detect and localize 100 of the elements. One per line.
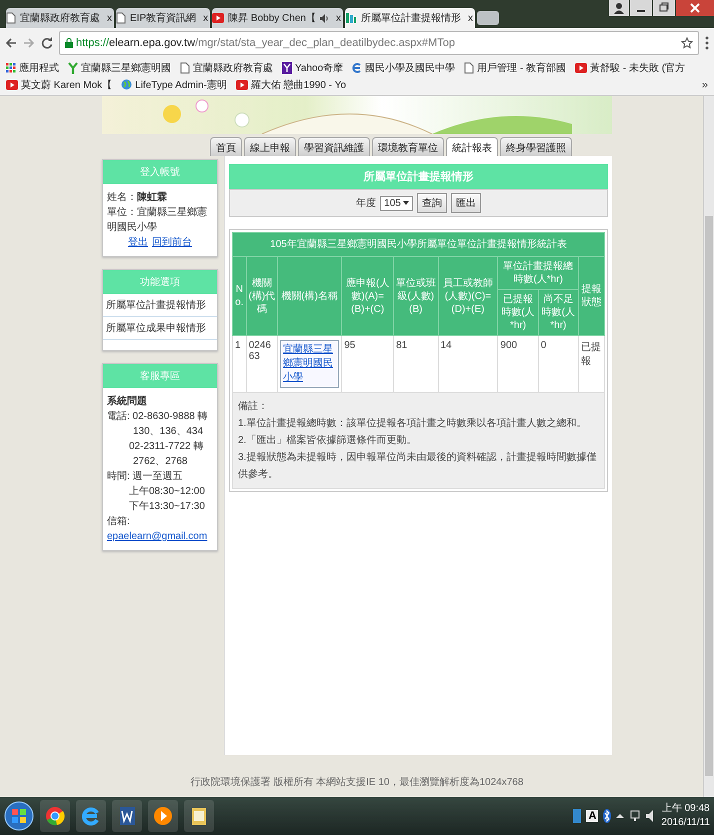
network-icon[interactable] <box>629 810 642 822</box>
close-tab-button[interactable]: x <box>107 12 112 24</box>
close-icon[interactable] <box>676 0 714 16</box>
bookmark[interactable]: LifeType Admin-憲明 <box>121 77 227 92</box>
column-header: 機關(構)代碼 <box>246 256 278 336</box>
nav-tab[interactable]: 線上申報 <box>244 137 296 156</box>
email-link[interactable]: epaelearn@gmail.com <box>107 531 208 542</box>
year-select[interactable]: 105 <box>380 196 413 210</box>
user-icon[interactable] <box>609 0 629 16</box>
caret-icon <box>402 201 409 205</box>
show-hidden-icon[interactable] <box>616 812 624 820</box>
taskbar-app-button[interactable] <box>76 800 106 832</box>
bookmark[interactable]: 羅大佑 戀曲1990 - Yo <box>236 77 346 92</box>
bookmark[interactable]: 用戶管理 - 教育部國 <box>464 60 566 75</box>
bookmark[interactable]: 黃舒駿 - 未失敗 (官方 <box>575 60 686 75</box>
panel-title: 客服專區 <box>103 364 217 388</box>
contact-line: 時間: 週一至週五 <box>107 470 184 484</box>
link[interactable]: 登出 <box>128 235 148 250</box>
nav-tab[interactable]: 終身學習護照 <box>500 137 572 156</box>
url-text: https://elearn.epa.gov.tw/mgr/stat/sta_year_dec_plan_deatilbydec.aspx#MTop <box>76 37 455 49</box>
document-icon <box>6 12 16 24</box>
document-w-icon[interactable] <box>117 806 137 826</box>
input-method-indicator[interactable]: A <box>586 810 598 822</box>
clock[interactable]: 上午 09:48 2016/11/11 <box>661 802 710 830</box>
taskbar-app-button[interactable] <box>40 800 70 832</box>
y-logo-icon <box>282 62 292 74</box>
close-tab-button[interactable]: x <box>336 12 341 24</box>
taskbar-app-button[interactable] <box>148 800 178 832</box>
unit-link[interactable]: 宜蘭縣三星鄉憲明國民小學 <box>280 340 340 388</box>
column-header: 尚不足時數(人*hr) <box>538 290 578 336</box>
column-header: 已提報時數(人*hr) <box>498 290 538 336</box>
contact-line: 130、136、434 <box>132 425 204 439</box>
e-logo-icon[interactable] <box>81 806 101 826</box>
back-icon[interactable] <box>5 37 17 49</box>
address-field[interactable]: https://elearn.epa.gov.tw/mgr/stat/sta_year_dec_plan_deatilbydec.aspx#MTop <box>59 31 699 55</box>
document-icon <box>464 62 474 74</box>
column-header: 提報狀態 <box>578 256 604 336</box>
apps-grid-icon <box>6 62 16 72</box>
column-header: 機關(構)名稱 <box>278 256 342 336</box>
bookmark[interactable]: 宜蘭縣三星鄉憲明國 <box>68 60 171 75</box>
new-tab-button[interactable] <box>476 11 499 25</box>
footer-text: 行政院環境保護署 版權所有 本網站支援IE 10，最佳瀏覽解析度為1024x768 <box>190 776 524 790</box>
note-text: 3.提報狀態為未提報時，因申報單位尚未由最後的資料確認，計畫提報時間數據僅供參考。 <box>238 450 598 482</box>
support-heading: 系統問題 <box>107 394 148 409</box>
lock-icon <box>65 38 73 48</box>
column-header: 單位或班級(人數)(B) <box>394 256 438 336</box>
star-icon[interactable] <box>681 37 693 49</box>
scrollbar-thumb[interactable] <box>705 216 713 776</box>
nav-tab[interactable]: 環境教育單位 <box>372 137 444 156</box>
bookmark[interactable]: 國民小學及國民中學 <box>352 60 456 75</box>
keyboard-icon[interactable] <box>573 809 582 823</box>
bookmark[interactable]: 宜蘭縣政府教育處 <box>180 60 273 75</box>
taskbar-app-button[interactable] <box>184 800 214 832</box>
browser-tab[interactable]: EIP教育資訊網 x <box>116 8 210 28</box>
browser-tab[interactable]: 所屬單位計畫提報情形 x <box>344 8 475 28</box>
reload-icon[interactable] <box>41 37 53 49</box>
menu-item[interactable]: 所屬單位成果申報情形 <box>103 317 217 340</box>
folder-icon[interactable] <box>189 806 209 826</box>
action-button[interactable]: 查詢 <box>416 193 447 213</box>
close-tab-button[interactable]: x <box>203 12 208 24</box>
browser-tab[interactable]: 陳昇 Bobby Chen【 x <box>212 8 343 28</box>
tab-title: EIP教育資訊網 <box>130 12 196 25</box>
scrollbar[interactable] <box>703 96 714 797</box>
tab-title: 宜蘭縣政府教育處 <box>20 12 100 25</box>
column-header: 員工或教師(人數)(C)=(D)+(E) <box>438 256 498 336</box>
column-header: 應申報(人數)(A)=(B)+(C) <box>342 256 394 336</box>
column-header: 單位計畫提報總時數(人*hr) <box>498 256 578 290</box>
browser-tab[interactable]: 宜蘭縣政府教育處 x <box>6 8 114 28</box>
nav-tab[interactable]: 首頁 <box>210 137 242 156</box>
clock-date: 2016/11/11 <box>661 816 710 830</box>
play-icon <box>6 80 18 90</box>
link[interactable]: 回到前台 <box>152 235 192 250</box>
email-label: 信箱: <box>107 516 130 527</box>
play-icon <box>575 62 588 72</box>
clock-time: 上午 09:48 <box>661 802 710 816</box>
menu-icon[interactable] <box>705 36 709 50</box>
year-label: 年度 <box>356 196 376 210</box>
restore-icon[interactable] <box>653 0 675 16</box>
play-icon <box>236 80 248 90</box>
nav-tab[interactable]: 學習資訊維護 <box>298 137 370 156</box>
taskbar-app-button[interactable] <box>112 800 142 832</box>
sprout-icon <box>68 62 78 74</box>
table-caption: 105年宜蘭縣三星鄉憲明國民小學所屬單位單位計畫提報情形統計表 <box>232 232 604 256</box>
more-bookmarks-button[interactable]: » <box>702 78 708 90</box>
panel-title: 登入帳號 <box>103 160 217 184</box>
bookmark[interactable]: Yahoo奇摩 <box>282 60 344 75</box>
notes-title: 備註： <box>238 400 269 414</box>
bookmark[interactable]: 莫文蔚 Karen Mok【 <box>6 77 112 92</box>
user-unit: 單位：宜蘭縣三星鄉憲明國民小學 <box>107 206 208 235</box>
minimize-icon[interactable] <box>630 0 652 16</box>
nav-tab[interactable]: 統計報表 <box>446 137 498 156</box>
action-button[interactable]: 匯出 <box>450 193 481 213</box>
bookmark[interactable]: 應用程式 <box>6 60 59 75</box>
chrome-logo-icon[interactable] <box>45 806 65 826</box>
start-orb-icon[interactable] <box>4 801 34 831</box>
bluetooth-icon[interactable] <box>603 809 612 823</box>
contact-line: 電話: 02-8630-9888 轉 <box>107 410 209 424</box>
play-icon[interactable] <box>153 806 173 826</box>
menu-item[interactable]: 所屬單位計畫提報情形 <box>103 294 217 317</box>
close-tab-button[interactable]: x <box>468 12 473 24</box>
